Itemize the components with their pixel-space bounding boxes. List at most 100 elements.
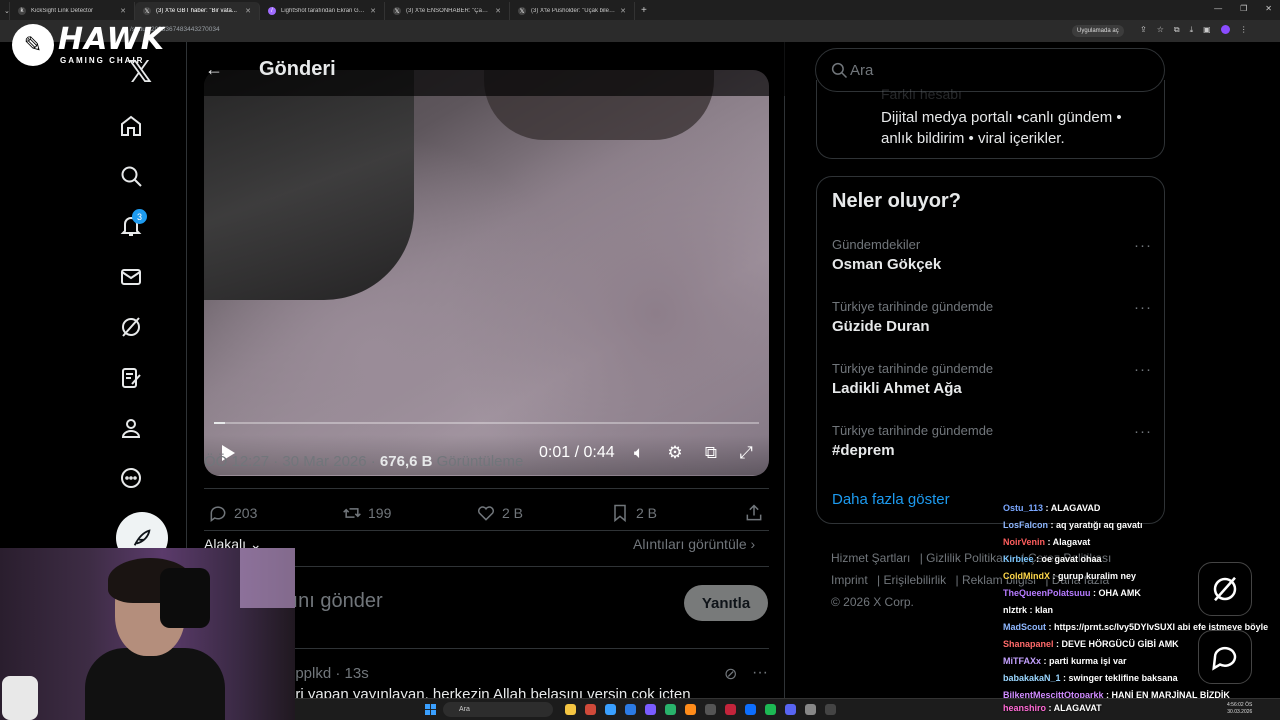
messages-envelope-icon[interactable] <box>119 265 143 289</box>
reply-button[interactable]: 203 <box>208 503 257 523</box>
app-icon[interactable] <box>645 704 656 715</box>
downloads-icon[interactable]: ⤓ <box>1190 25 1194 35</box>
paper-roll <box>2 676 38 720</box>
app-icon[interactable] <box>725 704 736 715</box>
settings-gear-icon[interactable]: ⚙ <box>665 443 685 463</box>
file-explorer-icon[interactable] <box>565 704 576 715</box>
discord-icon[interactable] <box>785 704 796 715</box>
footer-link[interactable]: Imprint <box>831 573 868 587</box>
trend-item[interactable]: Gündemdekiler Osman Gökçek ··· <box>832 237 1152 273</box>
profile-icon[interactable] <box>119 416 143 440</box>
browser-menu-icon[interactable]: ⋮ <box>1240 25 1248 35</box>
more-dots-icon[interactable]: ··· <box>1134 423 1152 440</box>
open-in-app-button[interactable]: Uygulamada aç <box>1072 25 1124 37</box>
close-tab-icon[interactable]: ✕ <box>370 7 376 15</box>
back-arrow-icon[interactable]: ← <box>205 59 223 80</box>
chat-message-last: heanshiro : ALAGAVAT <box>1003 703 1102 713</box>
feather-compose-icon <box>133 529 151 546</box>
kicksight-favicon-icon: k <box>18 7 26 15</box>
search-icon[interactable] <box>119 164 143 188</box>
chat-text: : ALAGAVAT <box>1046 703 1102 713</box>
reply-submit-button[interactable]: Yanıtla <box>684 585 768 621</box>
footer-link[interactable]: Hizmet Şartları <box>831 551 910 565</box>
video-progress-bar[interactable] <box>214 422 759 424</box>
extension-icon[interactable]: ▣ <box>1203 25 1211 35</box>
background-light <box>240 548 295 608</box>
app-icon[interactable] <box>705 704 716 715</box>
show-more-link[interactable]: Daha fazla göster <box>832 491 950 508</box>
view-quotes-link[interactable]: Alıntıları görüntüle › <box>633 536 755 552</box>
home-icon[interactable] <box>119 114 143 138</box>
footer-link[interactable]: Gizlilik Politikası <box>926 551 1012 565</box>
grok-icon[interactable] <box>119 315 143 339</box>
more-dots-icon[interactable]: ··· <box>752 664 768 682</box>
trend-item[interactable]: Türkiye tarihinde gündemde Ladikli Ahmet… <box>832 361 1152 397</box>
close-window-icon[interactable]: ✕ <box>1265 4 1272 13</box>
chevron-right-icon: › <box>750 536 756 552</box>
browser-tab-2[interactable]: 𝕏 (3) X'te GBT haber: "Bir vata... ✕ <box>135 2 260 20</box>
more-dots-icon[interactable]: ··· <box>1134 299 1152 316</box>
extensions-icon[interactable]: ⧉ <box>1174 25 1180 35</box>
reply-author[interactable]: opplkd · 13s <box>287 665 369 682</box>
more-dots-icon[interactable]: ··· <box>1134 237 1152 254</box>
app-icon[interactable] <box>625 704 636 715</box>
tab-menu-icon[interactable]: ⌄ <box>4 7 9 15</box>
close-tab-icon[interactable]: ✕ <box>120 7 126 15</box>
x-favicon-icon: 𝕏 <box>143 7 151 15</box>
close-tab-icon[interactable]: ✕ <box>620 7 626 15</box>
maximize-icon[interactable]: ❐ <box>1240 4 1247 13</box>
app-icon[interactable] <box>825 704 836 715</box>
chat-username: MiTFAXx <box>1003 656 1042 666</box>
more-dots-icon[interactable]: ··· <box>1134 361 1152 378</box>
divider <box>204 488 769 489</box>
share-button[interactable] <box>744 503 764 523</box>
like-button[interactable]: 2 B <box>476 503 523 523</box>
footer-link[interactable]: Erişilebilirlik <box>883 573 946 587</box>
app-icon[interactable] <box>685 704 696 715</box>
browser-tab[interactable]: ⌄ <box>0 2 10 20</box>
profile-avatar[interactable] <box>1220 25 1230 34</box>
lists-icon[interactable] <box>119 366 143 390</box>
minimize-icon[interactable]: — <box>1214 4 1222 13</box>
taskbar-search[interactable]: Ara <box>443 702 553 717</box>
browser-tab-4[interactable]: 𝕏(3) X'te ENSONHABER: "Çanakk...✕ <box>385 2 510 20</box>
trend-item[interactable]: Türkiye tarihinde gündemde #deprem ··· <box>832 423 1152 459</box>
browser-tab-3[interactable]: / LightShot tarafından Ekran Görü... ✕ <box>260 2 385 20</box>
app-icon[interactable] <box>665 704 676 715</box>
bookmark-button[interactable]: 2 B <box>610 503 657 523</box>
heart-icon <box>478 506 494 521</box>
views-label: Görüntüleme <box>436 453 524 470</box>
chat-bubble-icon <box>1212 646 1237 671</box>
browser-tab-1[interactable]: k KickSight Link Detector ✕ <box>10 2 135 20</box>
bookmark-icon <box>614 504 626 523</box>
share-icon[interactable]: ⇪ <box>1140 25 1147 35</box>
messages-floating-button[interactable] <box>1198 630 1252 684</box>
post-timestamp[interactable]: ÖÖ 12:27 · 30 Mar 2026 · <box>204 453 380 470</box>
x-logo[interactable]: 𝕏 <box>128 55 152 90</box>
windows-start-icon[interactable] <box>425 704 436 715</box>
grok-floating-button[interactable] <box>1198 562 1252 616</box>
more-options-icon[interactable] <box>119 466 143 490</box>
close-tab-icon[interactable]: ✕ <box>495 7 501 15</box>
reply-input[interactable]: tını gönder <box>287 590 383 613</box>
page-header: ← Gönderi <box>187 42 785 96</box>
volume-icon[interactable]: 🔈︎ <box>629 443 649 463</box>
browser-tab-5[interactable]: 𝕏 (3) X'te Pusholder: "Uçak bileti... ✕ <box>510 2 635 20</box>
taskbar-clock[interactable]: 4:56:02 ÖS 30.03.2026 <box>1227 702 1252 716</box>
picture-in-picture-icon[interactable]: ⧉ <box>701 443 721 463</box>
chat-text: : oe gavat ohaa <box>1033 554 1102 564</box>
close-tab-icon[interactable]: ✕ <box>245 7 251 15</box>
fullscreen-icon[interactable]: ⤢ <box>736 443 756 463</box>
video-player[interactable]: 0:01 / 0:44 🔈︎ ⚙ ⧉ ⤢ <box>204 70 769 476</box>
grok-icon[interactable]: ⊘ <box>724 664 737 684</box>
app-icon[interactable] <box>745 704 756 715</box>
edge-icon[interactable] <box>605 704 616 715</box>
bookmark-star-icon[interactable]: ☆ <box>1157 25 1164 35</box>
spotify-icon[interactable] <box>765 704 776 715</box>
app-icon[interactable] <box>805 704 816 715</box>
new-tab-button[interactable]: + <box>635 5 653 16</box>
chrome-icon[interactable] <box>585 704 596 715</box>
trend-item[interactable]: Türkiye tarihinde gündemde Güzide Duran … <box>832 299 1152 335</box>
chat-username: NoirVenin <box>1003 537 1046 547</box>
repost-button[interactable]: 199 <box>342 503 391 523</box>
